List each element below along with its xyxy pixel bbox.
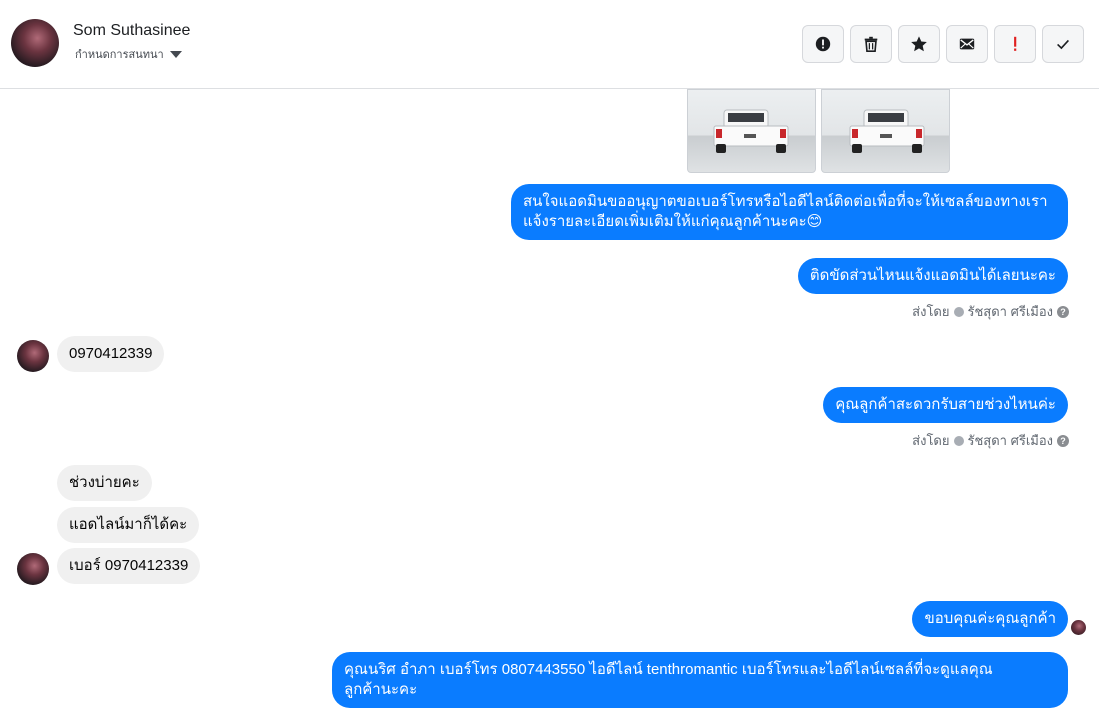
contact-avatar[interactable] xyxy=(17,553,49,585)
sent-by-info: ส่งโดย รัชสุดา ศรีเมือง ? xyxy=(912,301,1069,322)
envelope-icon xyxy=(959,38,975,50)
message-text: ติดขัดส่วนไหนแจ้งแอดมินได้เลยนะคะ xyxy=(809,267,1056,284)
message-text: คุณนริศ อำภา เบอร์โทร 0807443550 ไอดีไลน… xyxy=(344,661,993,678)
attached-photo[interactable] xyxy=(821,89,950,173)
outgoing-message[interactable]: คุณลูกค้าสะดวกรับสายช่วงไหนค่ะ xyxy=(823,387,1068,423)
message-text: สนใจแอดมินขออนุญาตขอเบอร์โทรหรือไอดีไลน์… xyxy=(523,193,1048,210)
exclamation-icon xyxy=(1014,36,1017,51)
help-icon[interactable]: ? xyxy=(1057,434,1069,447)
sent-by-info: ส่งโดย รัชสุดา ศรีเมือง ? xyxy=(912,430,1069,451)
message-text: แจ้งรายละเอียดเพิ่มเติมให้แก่คุณลูกค้านะ… xyxy=(523,213,823,230)
incoming-message[interactable]: 0970412339 xyxy=(57,336,165,372)
outgoing-message[interactable]: ขอบคุณค่ะคุณลูกค้า xyxy=(912,601,1068,637)
incoming-message[interactable]: ช่วงบ่ายคะ xyxy=(57,465,152,501)
truck-image xyxy=(713,109,789,153)
conversation-header: Som Suthasinee กำหนดการสนทนา xyxy=(0,0,1099,89)
outgoing-message[interactable]: สนใจแอดมินขออนุญาตขอเบอร์โทรหรือไอดีไลน์… xyxy=(511,184,1068,240)
mark-done-button[interactable] xyxy=(1042,25,1084,63)
message-text: 0970412339 xyxy=(69,345,153,362)
attached-photo[interactable] xyxy=(687,89,816,173)
incoming-message[interactable]: เบอร์ 0970412339 xyxy=(57,548,201,584)
contact-name[interactable]: Som Suthasinee xyxy=(73,22,190,40)
mark-unread-button[interactable] xyxy=(946,25,988,63)
message-text: ลูกค้านะคะ xyxy=(344,681,418,698)
conversation-status-dropdown[interactable]: กำหนดการสนทนา xyxy=(75,45,182,63)
agent-name[interactable]: รัชสุดา ศรีเมือง xyxy=(968,301,1054,322)
conversation-status-label: กำหนดการสนทนา xyxy=(75,49,164,61)
truck-image xyxy=(849,109,925,153)
alert-circle-icon xyxy=(815,36,831,52)
message-text: คุณลูกค้าสะดวกรับสายช่วงไหนค่ะ xyxy=(835,396,1056,413)
outgoing-message[interactable]: ติดขัดส่วนไหนแจ้งแอดมินได้เลยนะคะ xyxy=(797,258,1068,294)
checkmark-icon xyxy=(1057,39,1069,50)
important-button[interactable] xyxy=(994,25,1036,63)
message-text: เบอร์ 0970412339 xyxy=(69,557,189,574)
message-text: ขอบคุณค่ะคุณลูกค้า xyxy=(924,610,1056,627)
star-button[interactable] xyxy=(898,25,940,63)
spam-button[interactable] xyxy=(802,25,844,63)
sent-by-label: ส่งโดย xyxy=(912,304,950,319)
verified-icon xyxy=(953,435,964,446)
trash-icon xyxy=(864,36,878,53)
sent-by-label: ส่งโดย xyxy=(912,433,950,448)
message-text: แอดไลน์มาก็ได้คะ xyxy=(69,516,188,533)
star-icon xyxy=(911,36,927,52)
help-icon[interactable]: ? xyxy=(1057,305,1069,318)
message-thread[interactable]: สนใจแอดมินขออนุญาตขอเบอร์โทรหรือไอดีไลน์… xyxy=(0,89,1099,710)
message-text: ช่วงบ่ายคะ xyxy=(69,474,140,491)
read-receipt-avatar xyxy=(1071,620,1086,635)
delete-button[interactable] xyxy=(850,25,892,63)
caret-down-icon xyxy=(169,50,182,58)
outgoing-message[interactable]: คุณนริศ อำภา เบอร์โทร 0807443550 ไอดีไลน… xyxy=(332,652,1068,708)
contact-avatar[interactable] xyxy=(17,340,49,372)
verified-icon xyxy=(953,306,964,317)
contact-avatar[interactable] xyxy=(11,19,59,67)
incoming-message[interactable]: แอดไลน์มาก็ได้คะ xyxy=(57,507,200,543)
agent-name[interactable]: รัชสุดา ศรีเมือง xyxy=(968,430,1054,451)
